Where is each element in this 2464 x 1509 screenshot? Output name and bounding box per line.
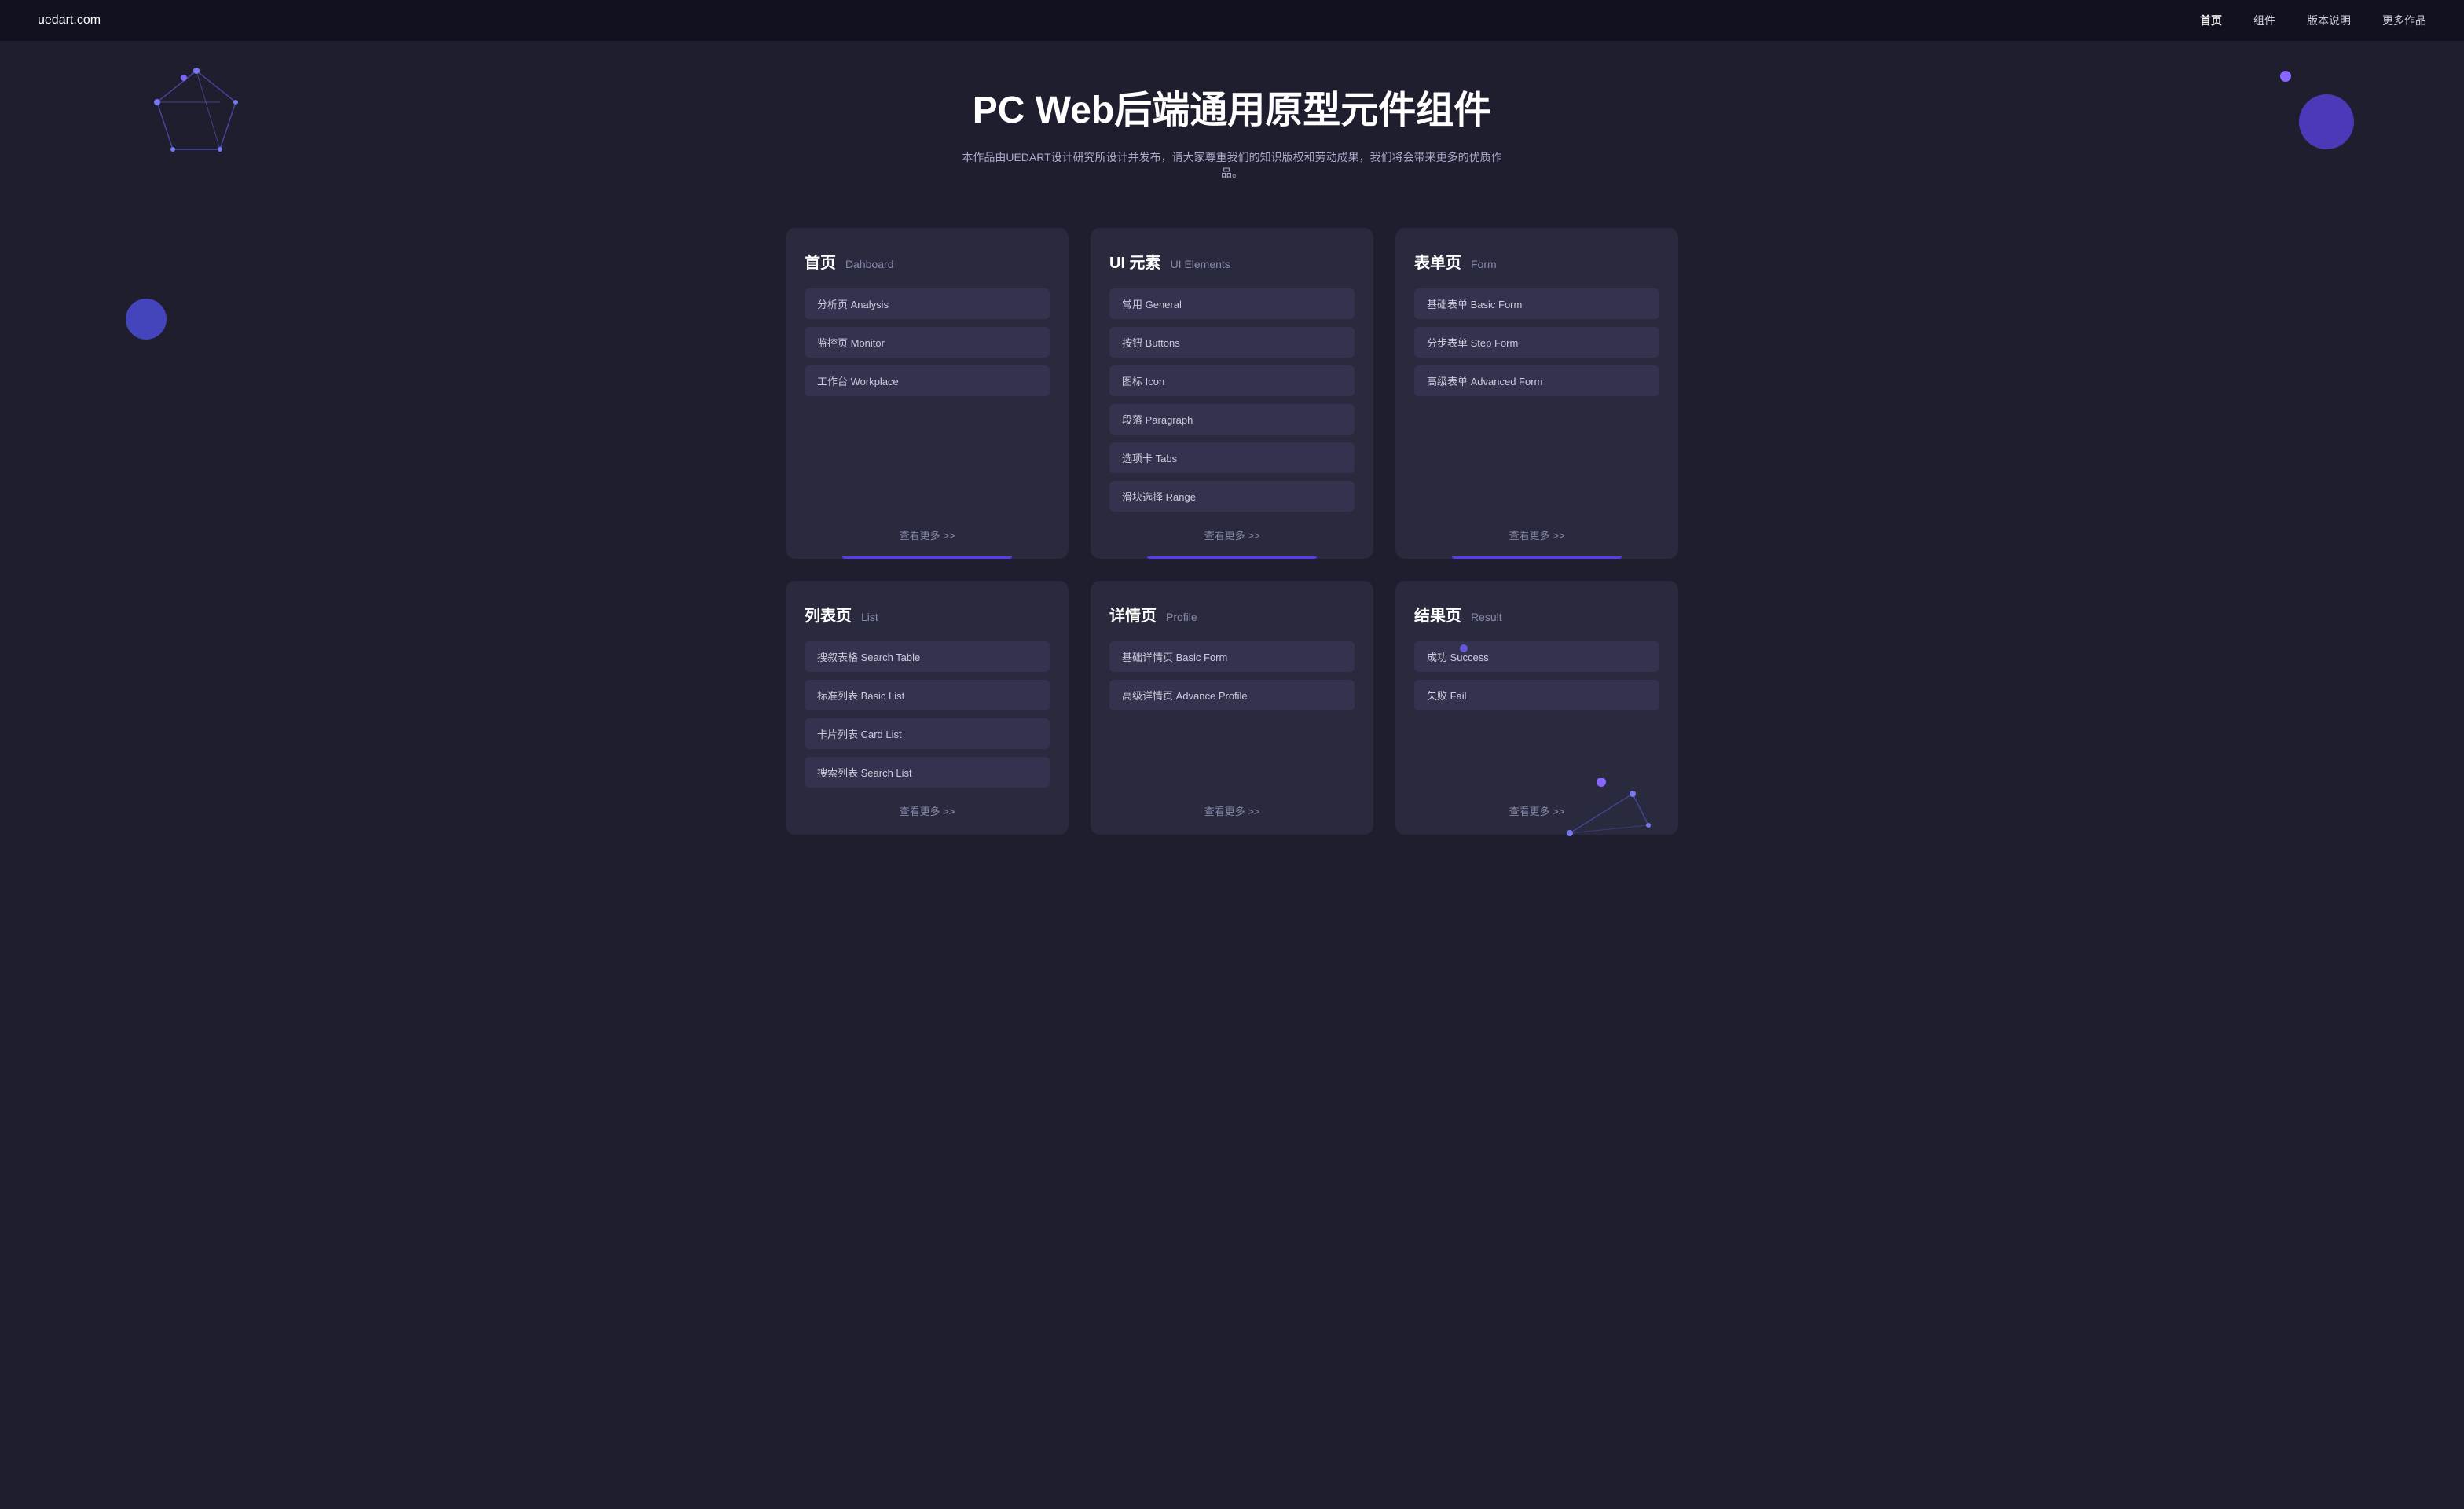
deco-dot-topleft	[181, 75, 187, 81]
card-ui-elements-more[interactable]: 查看更多 >>	[1204, 530, 1260, 542]
card-item-search-table[interactable]: 搜叙表格 Search Table	[805, 641, 1050, 672]
card-result-more[interactable]: 查看更多 >>	[1509, 806, 1565, 817]
card-list-more[interactable]: 查看更多 >>	[900, 806, 955, 817]
card-ui-elements-title-en: UI Elements	[1171, 258, 1230, 270]
hero-title: PC Web后端通用原型元件组件	[0, 79, 2464, 134]
card-item-tabs[interactable]: 选项卡 Tabs	[1109, 442, 1355, 473]
card-profile-footer: 查看更多 >>	[1109, 803, 1355, 819]
card-result-title-en: Result	[1471, 611, 1502, 623]
card-item-range[interactable]: 滑块选择 Range	[1109, 481, 1355, 512]
nav-item-home[interactable]: 首页	[2200, 13, 2222, 28]
card-item-general[interactable]: 常用 General	[1109, 288, 1355, 319]
card-item-step-form[interactable]: 分步表单 Step Form	[1414, 327, 1659, 358]
card-list: 列表页 List 搜叙表格 Search Table 标准列表 Basic Li…	[786, 581, 1069, 835]
card-list-header: 列表页 List	[805, 603, 1050, 626]
card-ui-elements-header: UI 元素 UI Elements	[1109, 250, 1355, 273]
card-ui-elements: UI 元素 UI Elements 常用 General 按钮 Buttons …	[1091, 228, 1373, 559]
card-item-workplace[interactable]: 工作台 Workplace	[805, 365, 1050, 396]
card-item-paragraph[interactable]: 段落 Paragraph	[1109, 404, 1355, 435]
card-item-buttons[interactable]: 按钮 Buttons	[1109, 327, 1355, 358]
card-profile-header: 详情页 Profile	[1109, 603, 1355, 626]
card-item-monitor[interactable]: 监控页 Monitor	[805, 327, 1050, 358]
card-form-items: 基础表单 Basic Form 分步表单 Step Form 高级表单 Adva…	[1414, 288, 1659, 512]
card-result-items: 成功 Success 失败 Fail	[1414, 641, 1659, 788]
deco-circle-midleft	[126, 299, 167, 340]
deco-dot-topright	[2280, 71, 2291, 82]
card-profile-title-en: Profile	[1166, 611, 1197, 623]
card-item-analysis[interactable]: 分析页 Analysis	[805, 288, 1050, 319]
nav-links: 首页 组件 版本说明 更多作品	[2200, 13, 2426, 28]
card-profile: 详情页 Profile 基础详情页 Basic Form 高级详情页 Advan…	[1091, 581, 1373, 835]
card-dashboard-more[interactable]: 查看更多 >>	[900, 530, 955, 542]
cards-section: 首页 Dahboard 分析页 Analysis 监控页 Monitor 工作台…	[761, 212, 1703, 904]
card-list-footer: 查看更多 >>	[805, 803, 1050, 819]
card-dashboard-title-cn: 首页	[805, 250, 836, 273]
card-item-fail[interactable]: 失败 Fail	[1414, 680, 1659, 710]
card-list-items: 搜叙表格 Search Table 标准列表 Basic List 卡片列表 C…	[805, 641, 1050, 788]
nav-logo: uedart.com	[38, 13, 101, 28]
hero-subtitle: 本作品由UEDART设计研究所设计并发布，请大家尊重我们的知识版权和劳动成果，我…	[957, 149, 1507, 181]
card-item-search-list[interactable]: 搜索列表 Search List	[805, 757, 1050, 788]
card-item-basic-form[interactable]: 基础表单 Basic Form	[1414, 288, 1659, 319]
card-profile-items: 基础详情页 Basic Form 高级详情页 Advance Profile	[1109, 641, 1355, 788]
card-result-header: 结果页 Result	[1414, 603, 1659, 626]
nav-item-more[interactable]: 更多作品	[2382, 13, 2426, 28]
cards-row-1: 首页 Dahboard 分析页 Analysis 监控页 Monitor 工作台…	[779, 228, 1685, 559]
card-item-icon[interactable]: 图标 Icon	[1109, 365, 1355, 396]
card-item-advance-profile[interactable]: 高级详情页 Advance Profile	[1109, 680, 1355, 710]
card-form-footer: 查看更多 >>	[1414, 527, 1659, 543]
deco-circle-topright	[2299, 94, 2354, 149]
navbar: uedart.com 首页 组件 版本说明 更多作品	[0, 0, 2464, 41]
card-item-card-list[interactable]: 卡片列表 Card List	[805, 718, 1050, 749]
card-result-footer: 查看更多 >>	[1414, 803, 1659, 819]
card-ui-elements-footer: 查看更多 >>	[1109, 527, 1355, 543]
card-dashboard-footer: 查看更多 >>	[805, 527, 1050, 543]
card-item-success[interactable]: 成功 Success	[1414, 641, 1659, 672]
card-list-title-cn: 列表页	[805, 603, 852, 626]
card-result: 结果页 Result 成功 Success 失败 Fail 查看更多 >>	[1395, 581, 1678, 835]
card-form-header: 表单页 Form	[1414, 250, 1659, 273]
cards-row-2: 列表页 List 搜叙表格 Search Table 标准列表 Basic Li…	[779, 581, 1685, 835]
card-form-title-en: Form	[1471, 258, 1497, 270]
card-item-advanced-form[interactable]: 高级表单 Advanced Form	[1414, 365, 1659, 396]
card-list-title-en: List	[861, 611, 878, 623]
deco-dot-result	[1460, 644, 1468, 652]
card-profile-more[interactable]: 查看更多 >>	[1204, 806, 1260, 817]
card-form-title-cn: 表单页	[1414, 250, 1461, 273]
nav-item-components[interactable]: 组件	[2253, 13, 2275, 28]
card-dashboard-header: 首页 Dahboard	[805, 250, 1050, 273]
card-profile-title-cn: 详情页	[1109, 603, 1157, 626]
nav-item-version[interactable]: 版本说明	[2307, 13, 2351, 28]
card-ui-elements-title-cn: UI 元素	[1109, 250, 1161, 273]
card-dashboard-title-en: Dahboard	[845, 258, 894, 270]
card-dashboard: 首页 Dahboard 分析页 Analysis 监控页 Monitor 工作台…	[786, 228, 1069, 559]
card-result-title-cn: 结果页	[1414, 603, 1461, 626]
card-ui-elements-items: 常用 General 按钮 Buttons 图标 Icon 段落 Paragra…	[1109, 288, 1355, 512]
card-item-basic-list[interactable]: 标准列表 Basic List	[805, 680, 1050, 710]
card-form: 表单页 Form 基础表单 Basic Form 分步表单 Step Form …	[1395, 228, 1678, 559]
card-dashboard-items: 分析页 Analysis 监控页 Monitor 工作台 Workplace	[805, 288, 1050, 512]
card-item-basic-profile[interactable]: 基础详情页 Basic Form	[1109, 641, 1355, 672]
card-form-more[interactable]: 查看更多 >>	[1509, 530, 1565, 542]
